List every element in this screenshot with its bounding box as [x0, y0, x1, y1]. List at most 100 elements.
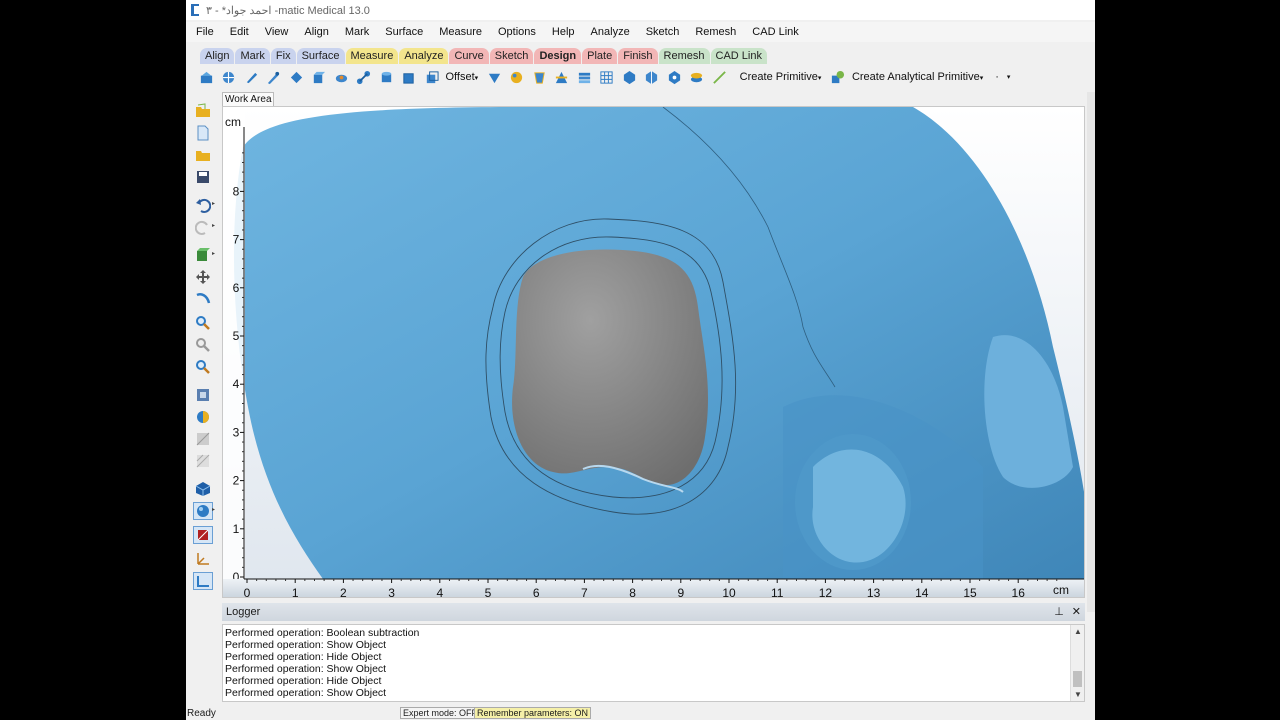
- hexagon-tool-icon[interactable]: [621, 69, 637, 85]
- transparency-icon[interactable]: [193, 452, 213, 470]
- x-tick-label: 3: [388, 586, 395, 598]
- refine-tool-icon[interactable]: [666, 69, 682, 85]
- menu-analyze[interactable]: Analyze: [591, 26, 630, 38]
- menu-bar: File Edit View Align Mark Surface Measure Optio…: [186, 22, 1095, 42]
- shading-icon[interactable]: [193, 408, 213, 426]
- cube-tool-icon[interactable]: [401, 69, 417, 85]
- open-file-icon[interactable]: [193, 146, 213, 164]
- x-tick-label: 2: [340, 586, 347, 598]
- shell-tool-icon[interactable]: [423, 69, 439, 85]
- menu-edit[interactable]: Edit: [230, 26, 249, 38]
- zoom-icon[interactable]: [193, 314, 213, 332]
- zoom-fit-icon[interactable]: [193, 358, 213, 376]
- zoom-window-icon[interactable]: [193, 336, 213, 354]
- save-icon[interactable]: [193, 168, 213, 186]
- title-bar: احمد جواد* - ٣ -matic Medical 13.0: [186, 0, 1095, 20]
- cup-tool-icon[interactable]: [531, 69, 547, 85]
- logger-line: Performed operation: Show Object: [225, 639, 387, 651]
- ribbon-tab-curve[interactable]: Curve: [449, 48, 489, 64]
- menu-mark[interactable]: Mark: [345, 26, 369, 38]
- offset-dropdown[interactable]: Offset▾: [446, 71, 479, 83]
- x-tick-label: 13: [867, 586, 881, 598]
- smooth-tool-icon[interactable]: [644, 69, 660, 85]
- trim-tool-icon[interactable]: [486, 69, 502, 85]
- mark-tool-icon[interactable]: [333, 69, 349, 85]
- cylinder-tool-icon[interactable]: [378, 69, 394, 85]
- ribbon-tab-design[interactable]: Design: [534, 48, 582, 64]
- ribbon-tab-analyze[interactable]: Analyze: [399, 48, 449, 64]
- menu-help[interactable]: Help: [552, 26, 575, 38]
- menu-remesh[interactable]: Remesh: [695, 26, 736, 38]
- ribbon-tab-remesh[interactable]: Remesh: [658, 48, 710, 64]
- menu-surface[interactable]: Surface: [385, 26, 423, 38]
- toolbar: Offset▾ Create Primitive▾ Create Analyti…: [186, 66, 1095, 88]
- menu-measure[interactable]: Measure: [439, 26, 482, 38]
- ribbon-tab-plate[interactable]: Plate: [582, 48, 618, 64]
- menu-file[interactable]: File: [196, 26, 214, 38]
- ribbon-tab-mark[interactable]: Mark: [235, 48, 270, 64]
- toolbar-overflow-arrow[interactable]: ▾: [1007, 73, 1011, 81]
- cut-tool-icon[interactable]: [554, 69, 570, 85]
- disk-tool-icon[interactable]: [689, 69, 705, 85]
- menu-view[interactable]: View: [265, 26, 289, 38]
- layers-tool-icon[interactable]: [576, 69, 592, 85]
- ribbon-tab-cad-link[interactable]: CAD Link: [710, 48, 767, 64]
- view-orientation-icon[interactable]: [193, 386, 213, 404]
- ribbon-tab-sketch[interactable]: Sketch: [489, 48, 534, 64]
- ribbon-tab-finish[interactable]: Finish: [618, 48, 658, 64]
- open-folder-icon[interactable]: [193, 102, 213, 120]
- ribbon-tab-surface[interactable]: Surface: [296, 48, 345, 64]
- work-area-tab[interactable]: Work Area: [222, 92, 274, 106]
- axes-icon[interactable]: [193, 550, 213, 568]
- clipping-icon[interactable]: [193, 526, 213, 544]
- analytical-primitive-icon[interactable]: [829, 69, 845, 85]
- create-primitive-dropdown[interactable]: Create Primitive▾: [740, 71, 822, 83]
- new-file-icon[interactable]: [193, 124, 213, 142]
- create-analytical-primitive-dropdown[interactable]: Create Analytical Primitive▾: [852, 71, 983, 83]
- menu-align[interactable]: Align: [304, 26, 328, 38]
- grid-tool-icon[interactable]: [221, 69, 237, 85]
- view-cube-icon[interactable]: [193, 246, 213, 264]
- undo-dropdown-arrow[interactable]: ▸: [212, 200, 215, 207]
- right-scrollbar[interactable]: [1087, 92, 1095, 612]
- sphere-view-dropdown-arrow[interactable]: ▸: [212, 506, 215, 513]
- rotate-icon[interactable]: [193, 290, 213, 308]
- remember-parameters-badge[interactable]: Remember parameters: ON: [474, 707, 592, 719]
- skull-model-scene[interactable]: 012345678 0 1 2 3 4 5 6 7 8 9 10 11 12 13 14 15 16 cm cm: [223, 107, 1085, 598]
- sphere-tool-icon[interactable]: [509, 69, 525, 85]
- part-icon[interactable]: [193, 480, 213, 498]
- pin-icon[interactable]: ⊥: [1054, 605, 1064, 618]
- menu-cad-link[interactable]: CAD Link: [752, 26, 798, 38]
- import-icon[interactable]: [198, 69, 214, 85]
- redo-dropdown-arrow[interactable]: ▸: [212, 222, 215, 229]
- line-tool-icon[interactable]: [711, 69, 727, 85]
- sphere-view-icon[interactable]: [193, 502, 213, 520]
- x-ruler-band: [223, 579, 1084, 597]
- redo-icon[interactable]: [193, 218, 213, 236]
- toolbar-overflow-dots[interactable]: ·: [995, 71, 999, 83]
- surface-tool-icon[interactable]: [288, 69, 304, 85]
- ribbon-tab-fix[interactable]: Fix: [270, 48, 296, 64]
- scroll-down-icon[interactable]: ▼: [1074, 690, 1082, 699]
- connect-tool-icon[interactable]: [356, 69, 372, 85]
- menu-sketch[interactable]: Sketch: [646, 26, 680, 38]
- mesh-tool-icon[interactable]: [599, 69, 615, 85]
- scroll-thumb[interactable]: [1073, 671, 1082, 687]
- menu-options[interactable]: Options: [498, 26, 536, 38]
- pen-tool-icon[interactable]: [266, 69, 282, 85]
- ribbon-tab-measure[interactable]: Measure: [345, 48, 399, 64]
- box-tool-icon[interactable]: [311, 69, 327, 85]
- logger-scrollbar[interactable]: ▲ ▼: [1070, 625, 1084, 701]
- undo-icon[interactable]: [193, 196, 213, 214]
- work-area-viewport[interactable]: 012345678 0 1 2 3 4 5 6 7 8 9 10 11 12 13 14 15 16 cm cm: [222, 106, 1085, 598]
- pan-icon[interactable]: [193, 268, 213, 286]
- y-axis-unit: cm: [225, 115, 241, 129]
- view-dropdown-arrow[interactable]: ▸: [212, 250, 215, 257]
- sketch-tool-icon[interactable]: [243, 69, 259, 85]
- wireframe-icon[interactable]: [193, 430, 213, 448]
- expert-mode-badge[interactable]: Expert mode: OFF: [400, 707, 481, 719]
- ruler-icon[interactable]: [193, 572, 213, 590]
- close-icon[interactable]: ✕: [1072, 605, 1081, 618]
- ribbon-tab-align[interactable]: Align: [200, 48, 235, 64]
- scroll-up-icon[interactable]: ▲: [1074, 627, 1082, 636]
